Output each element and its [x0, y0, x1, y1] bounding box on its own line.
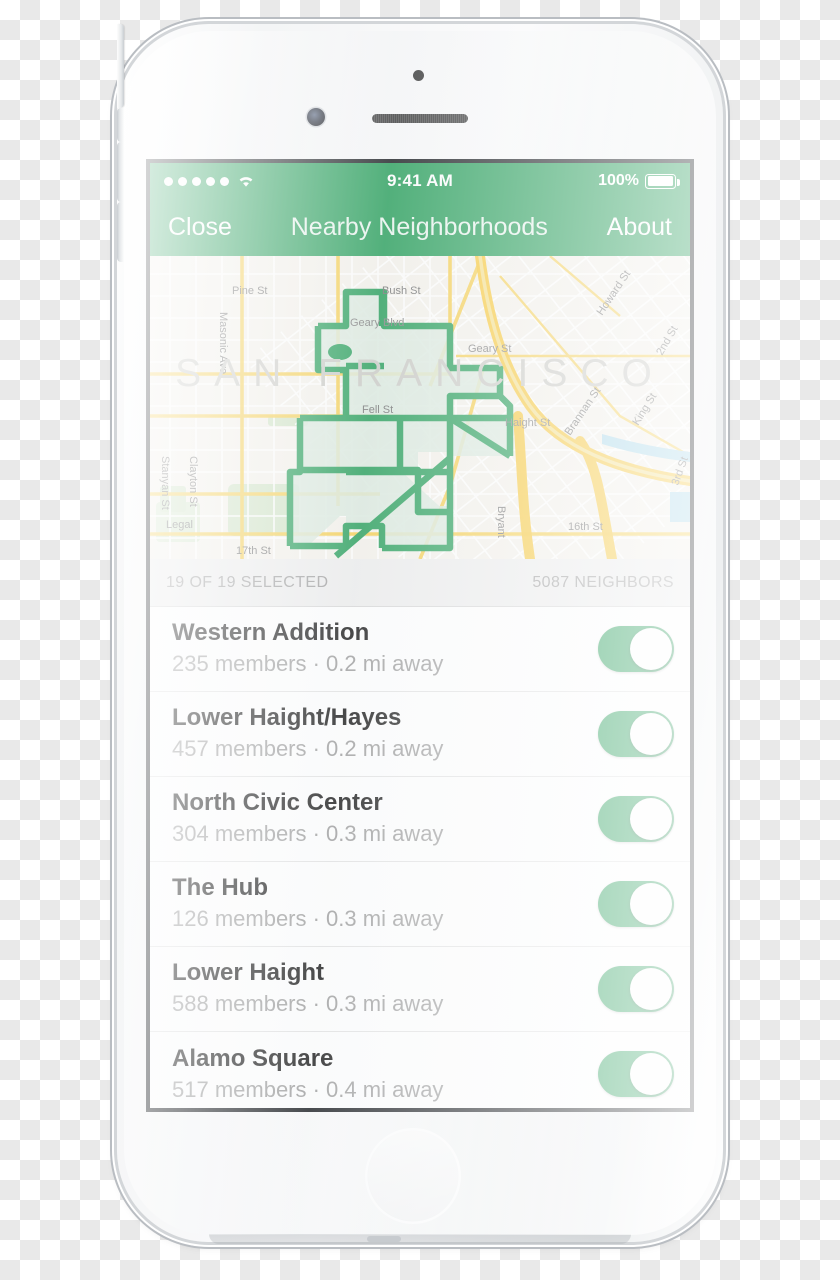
close-button[interactable]: Close [168, 213, 232, 242]
neighbors-count-label: 5087 NEIGHBORS [532, 573, 674, 591]
neighborhood-toggle[interactable] [598, 880, 674, 927]
toggle-knob [630, 1053, 672, 1095]
toggle-knob [630, 797, 672, 840]
list-item[interactable]: Lower Haight 588 members · 0.3 mi away [150, 947, 690, 1032]
neighborhood-detail: 304 members · 0.3 mi away [172, 821, 444, 847]
list-item-text: The Hub 126 members · 0.3 mi away [172, 873, 443, 934]
selected-count-label: 19 OF 19 SELECTED [166, 573, 329, 591]
earpiece-speaker [372, 114, 468, 123]
about-button[interactable]: About [607, 213, 672, 242]
volume-up-button[interactable] [117, 142, 124, 202]
wifi-icon [237, 174, 255, 188]
toggle-knob [630, 882, 672, 925]
list-item-text: Western Addition 235 members · 0.2 mi awa… [172, 618, 443, 679]
neighborhood-name: Alamo Square [172, 1044, 334, 1072]
list-section-header: 19 OF 19 SELECTED 5087 NEIGHBORS [150, 559, 690, 607]
neighborhood-name: Lower Haight/Hayes [172, 704, 402, 732]
map-view[interactable]: Pine St Bush St Geary Blvd Geary St Fell… [150, 256, 690, 559]
street-label: Haight St [505, 417, 550, 429]
list-item[interactable]: Lower Haight/Hayes 457 members · 0.2 mi a… [150, 692, 690, 777]
street-label: Bush St [382, 285, 421, 297]
navigation-bar: Close Nearby Neighborhoods About [150, 199, 690, 256]
list-item-text: Lower Haight 588 members · 0.3 mi away [172, 958, 443, 1019]
proximity-sensor-icon [413, 70, 424, 81]
street-label: 17th St [236, 545, 271, 557]
neighborhood-name: North Civic Center [172, 789, 383, 817]
list-item-text: Alamo Square 517 members · 0.4 mi away [172, 1044, 443, 1105]
street-label: Masonic Ave [217, 312, 229, 374]
neighborhood-toggle[interactable] [598, 710, 674, 757]
neighborhood-name: Lower Haight [172, 959, 325, 987]
iphone-device-mockup: 9:41 AM 100% Close Nearby Neighborhoods … [117, 24, 723, 1244]
home-button[interactable] [362, 1125, 464, 1227]
list-item-text: North Civic Center 304 members · 0.3 mi a… [172, 788, 443, 849]
neighborhood-detail: 517 members · 0.4 mi away [172, 1076, 444, 1102]
neighborhood-detail: 457 members · 0.2 mi away [172, 736, 444, 762]
list-item-text: Lower Haight/Hayes 457 members · 0.2 mi a… [172, 703, 443, 764]
speaker-grille [367, 1236, 401, 1242]
battery-indicator: 100% [598, 172, 680, 190]
street-label: 16th St [568, 521, 603, 533]
status-bar: 9:41 AM 100% [150, 163, 690, 199]
battery-percent-label: 100% [598, 172, 639, 189]
page-title: Nearby Neighborhoods [290, 213, 548, 241]
device-bottom-edge [209, 1234, 631, 1244]
list-item[interactable]: North Civic Center 304 members · 0.3 mi a… [150, 777, 690, 862]
toggle-knob [630, 712, 672, 755]
mute-switch[interactable] [117, 108, 124, 142]
street-label: Stanyan St [159, 456, 171, 510]
street-label: Pine St [232, 285, 267, 297]
neighborhood-toggle[interactable] [598, 795, 674, 842]
toggle-knob [630, 627, 672, 670]
neighborhood-toggle[interactable] [598, 965, 674, 1012]
neighborhood-list[interactable]: Western Addition 235 members · 0.2 mi awa… [150, 607, 690, 1108]
neighborhood-detail: 588 members · 0.3 mi away [172, 991, 444, 1017]
street-label: Fell St [362, 404, 393, 416]
neighborhood-name: Western Addition [172, 619, 370, 647]
neighborhood-toggle[interactable] [598, 1051, 674, 1097]
map-graphic: Pine St Bush St Geary Blvd Geary St Fell… [150, 256, 690, 559]
street-label: Geary Blvd [350, 317, 404, 329]
street-label: Geary St [468, 343, 511, 355]
neighborhood-name: The Hub [172, 874, 268, 902]
street-label: Clayton St [187, 456, 199, 507]
list-item[interactable]: Western Addition 235 members · 0.2 mi awa… [150, 607, 690, 692]
neighborhood-toggle[interactable] [598, 625, 674, 672]
battery-icon [645, 173, 680, 189]
street-label: Bryant [495, 506, 507, 538]
list-item[interactable]: Alamo Square 517 members · 0.4 mi away [150, 1032, 690, 1108]
signal-strength-icon [164, 176, 229, 186]
phone-screen: 9:41 AM 100% Close Nearby Neighborhoods … [150, 163, 690, 1108]
power-button[interactable] [117, 24, 124, 108]
toggle-knob [630, 967, 672, 1010]
volume-down-button[interactable] [117, 202, 124, 262]
neighborhood-detail: 235 members · 0.2 mi away [172, 651, 444, 677]
front-camera-icon [307, 108, 325, 126]
list-item[interactable]: The Hub 126 members · 0.3 mi away [150, 862, 690, 947]
street-label: Legal [166, 519, 193, 531]
neighborhood-detail: 126 members · 0.3 mi away [172, 906, 444, 932]
